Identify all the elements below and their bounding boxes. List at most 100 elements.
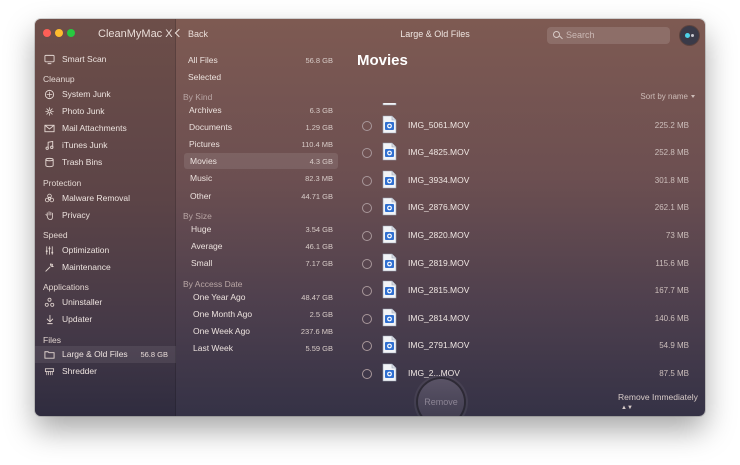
file-name: IMG_2791.MOV — [408, 340, 470, 351]
movie-file-icon — [382, 225, 397, 244]
music-note-icon — [45, 140, 54, 150]
folder-icon — [44, 351, 55, 359]
file-name: IMG_3934.MOV — [408, 174, 470, 185]
app-title: CleanMyMac X — [98, 28, 173, 40]
select-radio[interactable] — [362, 120, 372, 131]
filter-one-month-ago[interactable]: One Month Ago 2.5 GB — [184, 306, 338, 322]
sidebar-item-trash-bins[interactable]: Trash Bins — [35, 154, 176, 171]
select-radio[interactable] — [362, 313, 372, 324]
filter-label: Small — [191, 258, 213, 268]
filter-other[interactable]: Other 44.71 GB — [184, 188, 338, 204]
biohazard-icon — [44, 193, 55, 203]
photo-junk-icon — [45, 107, 54, 116]
filter-label: Documents — [189, 122, 232, 132]
select-radio[interactable] — [362, 258, 372, 269]
hand-icon — [45, 211, 53, 221]
filter-small[interactable]: Small 7.17 GB — [184, 255, 338, 271]
sidebar-item-shredder[interactable]: Shredder — [35, 363, 176, 380]
file-name: IMG_2814.MOV — [408, 312, 470, 323]
filter-all-files[interactable]: All Files 56.8 GB — [184, 52, 338, 68]
sidebar-item-smart-scan[interactable]: Smart Scan — [35, 51, 176, 68]
filter-music[interactable]: Music 82.3 MB — [184, 170, 338, 186]
section-files: Files — [43, 335, 61, 345]
filter-movies[interactable]: Movies 4.3 GB — [184, 153, 338, 169]
filter-size: 7.17 GB — [305, 259, 333, 268]
sidebar-item-large-old-files[interactable]: Large & Old Files 56.8 GB — [35, 346, 176, 363]
file-row[interactable]: IMG_2819.MOV 115.6 MB — [340, 250, 700, 277]
select-radio[interactable] — [362, 203, 372, 214]
file-row[interactable]: IMG_2820.MOV 73 MB — [340, 222, 700, 249]
file-size: 252.8 MB — [654, 148, 689, 158]
movie-file-icon — [382, 170, 397, 189]
page-title: Movies — [357, 52, 408, 69]
filter-size: 6.3 GB — [309, 106, 333, 115]
sidebar-item-system-junk[interactable]: System Junk — [35, 86, 176, 103]
select-radio[interactable] — [362, 369, 372, 379]
filter-selected[interactable]: Selected — [184, 69, 338, 85]
close-window-button[interactable] — [43, 29, 51, 37]
sliders-icon — [45, 246, 54, 255]
filter-label: Selected — [188, 72, 222, 82]
file-row[interactable]: IMG_2815.MOV 167.7 MB — [340, 277, 700, 304]
sidebar-item-privacy[interactable]: Privacy — [35, 207, 176, 224]
file-row[interactable]: IMG_2791.MOV 54.9 MB — [340, 332, 700, 359]
filter-size: 2.5 GB — [309, 310, 333, 319]
filter-label: Movies — [190, 156, 217, 166]
file-row[interactable] — [340, 103, 700, 111]
sidebar-item-label: Large & Old Files — [62, 349, 128, 359]
filter-documents[interactable]: Documents 1.29 GB — [184, 119, 338, 135]
file-row[interactable]: IMG_3934.MOV 301.8 MB — [340, 167, 700, 194]
filter-pictures[interactable]: Pictures 110.4 MB — [184, 136, 338, 152]
movie-file-icon — [382, 363, 397, 382]
sidebar-item-label: Photo Junk — [62, 106, 105, 116]
filter-one-week-ago[interactable]: One Week Ago 237.6 MB — [184, 323, 338, 339]
movie-file-icon — [382, 253, 397, 271]
select-radio[interactable] — [362, 286, 372, 297]
select-radio[interactable] — [362, 175, 372, 186]
section-protection: Protection — [43, 178, 82, 188]
filter-size: 237.6 MB — [300, 327, 333, 336]
select-radio[interactable] — [362, 148, 372, 159]
system-junk-icon — [44, 89, 55, 100]
filter-huge[interactable]: Huge 3.54 GB — [184, 221, 338, 237]
shredder-icon — [44, 368, 55, 376]
sort-dropdown[interactable]: Sort by name — [640, 92, 695, 101]
sidebar-item-maintenance[interactable]: Maintenance — [35, 259, 176, 276]
section-speed: Speed — [43, 230, 68, 240]
sidebar-item-optimization[interactable]: Optimization — [35, 242, 176, 259]
movie-file-icon — [382, 103, 397, 106]
filter-last-week[interactable]: Last Week 5.59 GB — [184, 340, 338, 356]
zoom-window-button[interactable] — [67, 29, 75, 37]
sidebar-item-photo-junk[interactable]: Photo Junk — [35, 103, 176, 120]
remove-mode-label: Remove Immediately — [618, 392, 698, 402]
file-size: 54.9 MB — [659, 341, 689, 351]
file-size: 87.5 MB — [659, 369, 689, 378]
filter-label: Average — [191, 241, 223, 251]
sidebar-item-itunes-junk[interactable]: iTunes Junk — [35, 137, 176, 154]
sidebar-item-malware-removal[interactable]: Malware Removal — [35, 190, 176, 207]
filter-average[interactable]: Average 46.1 GB — [184, 238, 338, 254]
file-row[interactable]: IMG_2876.MOV 262.1 MB — [340, 194, 700, 221]
filter-one-year-ago[interactable]: One Year Ago 48.47 GB — [184, 289, 338, 305]
select-radio[interactable] — [362, 341, 372, 352]
movie-file-icon — [382, 115, 397, 133]
mail-icon — [44, 124, 55, 133]
file-size: 73 MB — [665, 231, 689, 240]
file-row[interactable]: IMG_5061.MOV 225.2 MB — [340, 112, 700, 139]
section-applications: Applications — [43, 282, 89, 292]
updown-arrows-icon: ▲▼ — [621, 405, 633, 411]
remove-mode-select[interactable]: Remove Immediately ▲▼ — [618, 392, 705, 412]
file-list[interactable]: IMG_5061.MOV 225.2 MB IMG_4825.MOV 252.8 MB… — [340, 103, 705, 384]
sidebar-item-mail-attachments[interactable]: Mail Attachments — [35, 120, 176, 137]
minimize-window-button[interactable] — [55, 29, 63, 37]
sidebar-item-count: 56.8 GB — [140, 350, 168, 359]
file-row[interactable]: IMG_4825.MOV 252.8 MB — [340, 139, 700, 166]
filter-archives[interactable]: Archives 6.3 GB — [184, 102, 338, 118]
file-name: IMG_2...MOV — [408, 368, 460, 378]
file-row[interactable]: IMG_2...MOV 87.5 MB — [340, 360, 700, 384]
select-radio[interactable] — [362, 231, 372, 241]
file-row[interactable]: IMG_2814.MOV 140.6 MB — [340, 305, 700, 332]
filter-size: 5.59 GB — [305, 344, 333, 353]
sidebar-item-updater[interactable]: Updater — [35, 311, 176, 328]
sidebar-item-uninstaller[interactable]: Uninstaller — [35, 294, 176, 311]
